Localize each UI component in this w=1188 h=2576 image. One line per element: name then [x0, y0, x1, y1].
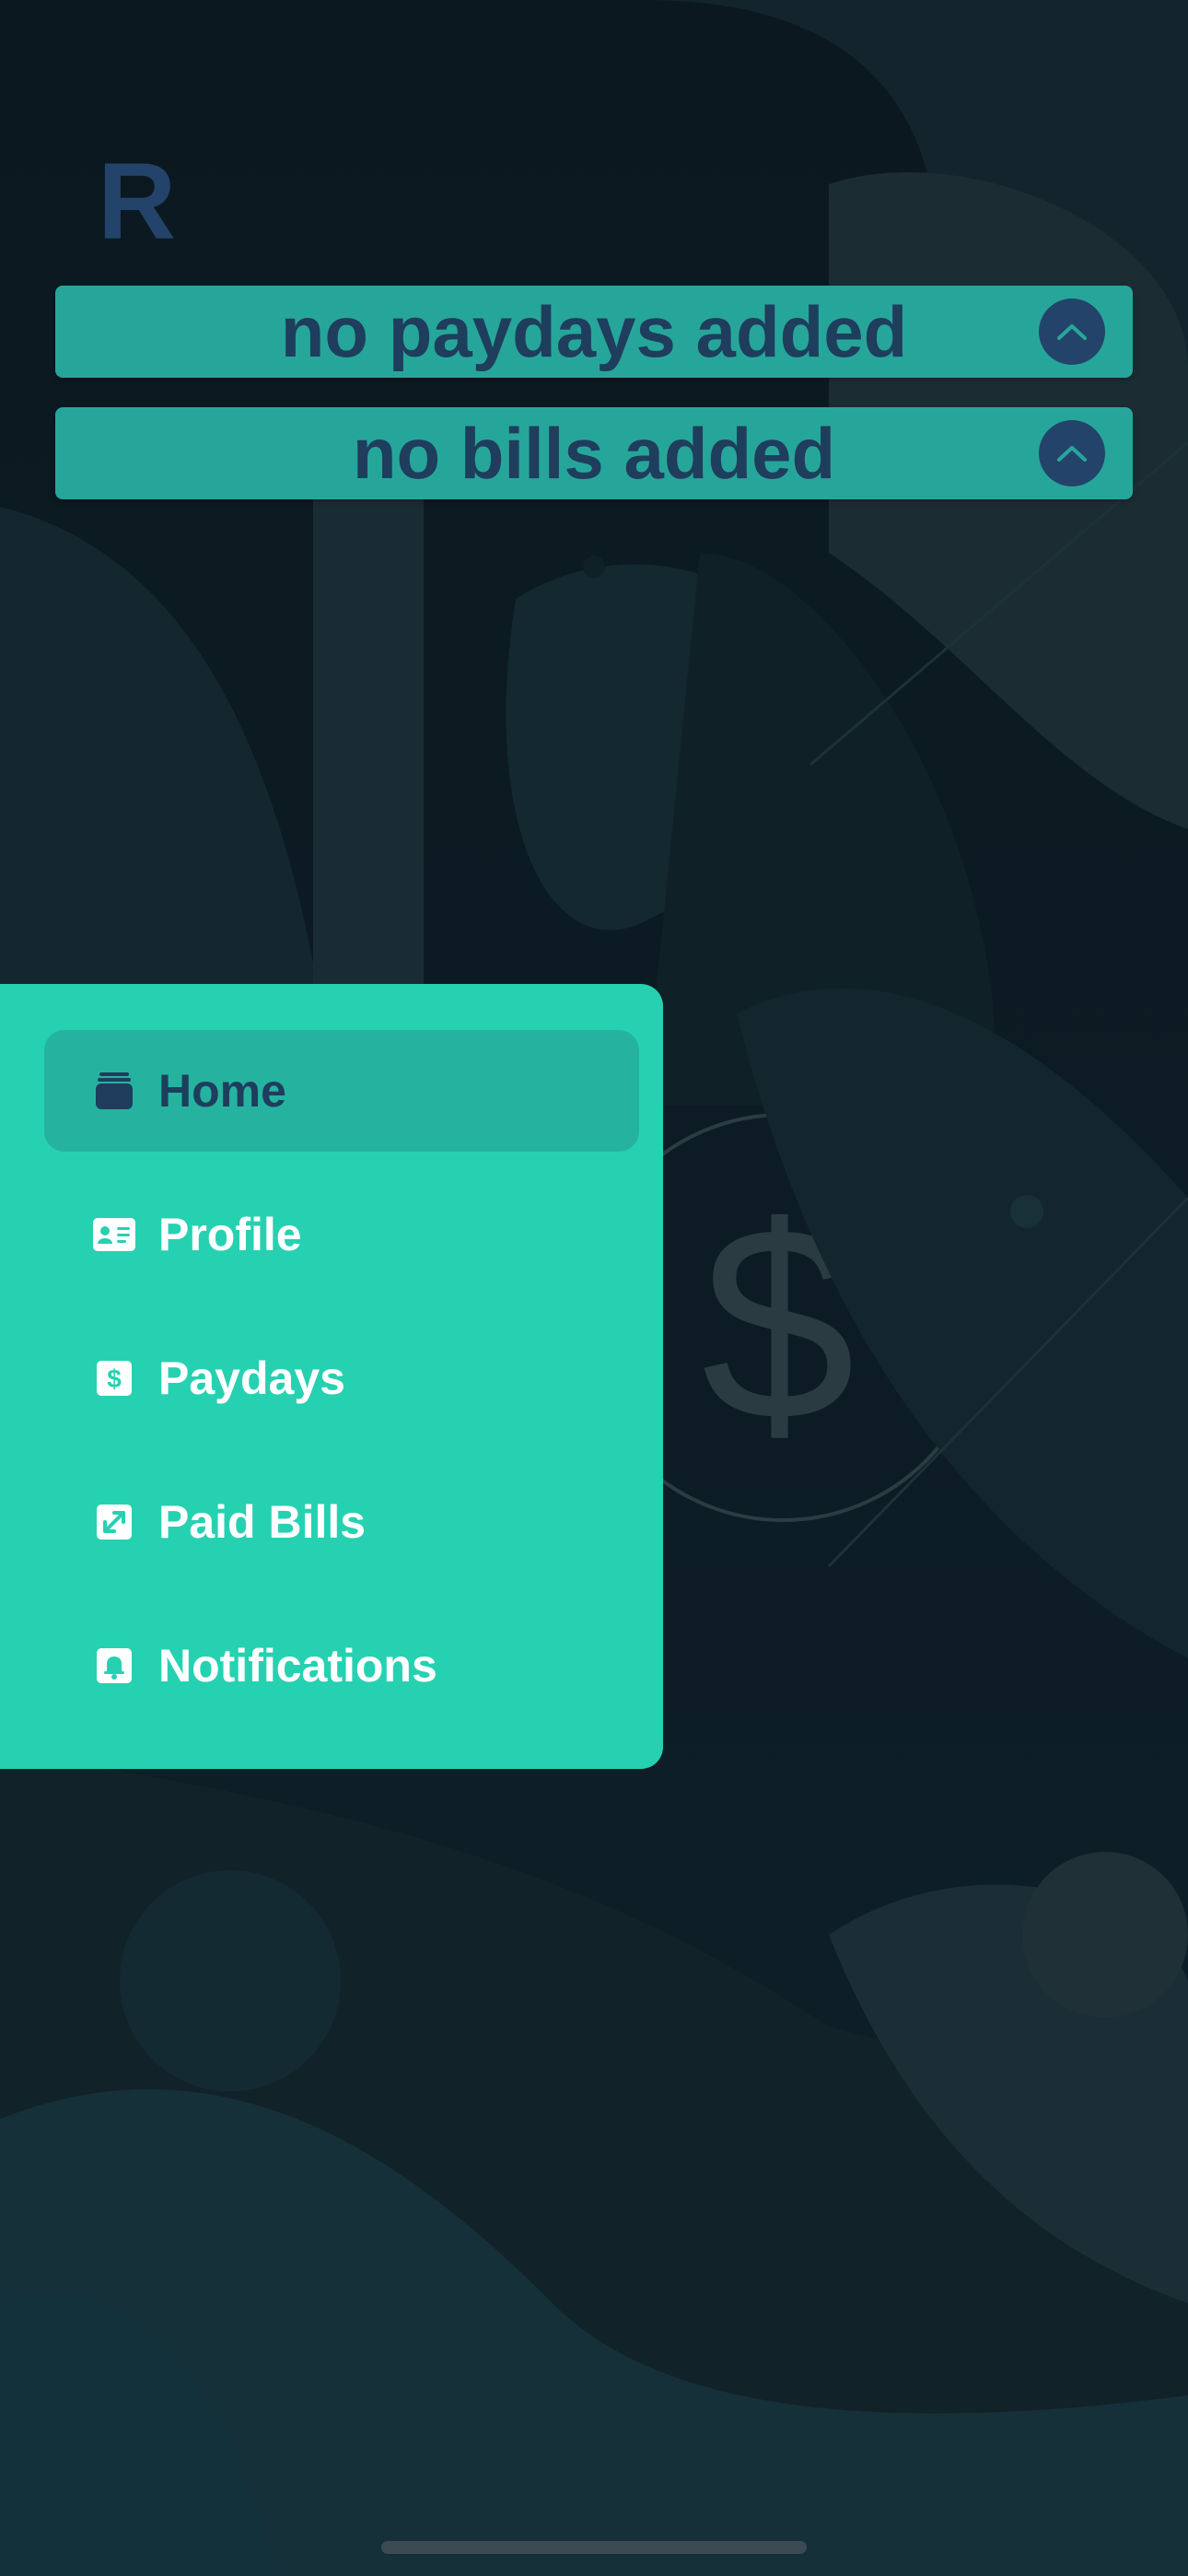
- drawer-item-label: Profile: [158, 1209, 302, 1260]
- drawer-item-home[interactable]: Home: [44, 1030, 639, 1152]
- drawer-item-paydays[interactable]: $ Paydays: [44, 1317, 639, 1439]
- dollar-icon: $: [90, 1354, 138, 1402]
- stack-icon: [90, 1067, 138, 1115]
- id-card-icon: [90, 1211, 138, 1259]
- bills-expand-button[interactable]: [1039, 420, 1105, 486]
- drawer-item-label: Home: [158, 1065, 286, 1117]
- paydays-expand-button[interactable]: [1039, 299, 1105, 365]
- drawer-item-label: Paydays: [158, 1352, 345, 1404]
- chevron-up-icon: [1057, 324, 1087, 340]
- paydays-banner[interactable]: no paydays added: [55, 286, 1133, 378]
- home-indicator[interactable]: [381, 2541, 807, 2554]
- bills-banner[interactable]: no bills added: [55, 407, 1133, 499]
- drawer-item-label: Paid Bills: [158, 1496, 367, 1548]
- receipt-icon: [90, 1498, 138, 1546]
- drawer-item-label: Notifications: [158, 1640, 437, 1692]
- chevron-up-icon: [1057, 446, 1087, 462]
- paydays-banner-text: no paydays added: [280, 290, 908, 372]
- drawer-item-notifications[interactable]: Notifications: [44, 1605, 639, 1727]
- drawer-item-profile[interactable]: Profile: [44, 1174, 639, 1295]
- home-screen: $ R no paydays added no bills added Home…: [0, 0, 1188, 2576]
- bell-icon: [90, 1642, 138, 1690]
- navigation-drawer: Home Profile $ Paydays Paid Bills Notifi…: [0, 984, 663, 1769]
- bills-banner-text: no bills added: [352, 412, 836, 494]
- drawer-item-paid-bills[interactable]: Paid Bills: [44, 1461, 639, 1583]
- profile-initial[interactable]: R: [98, 147, 176, 256]
- svg-text:$: $: [107, 1364, 122, 1393]
